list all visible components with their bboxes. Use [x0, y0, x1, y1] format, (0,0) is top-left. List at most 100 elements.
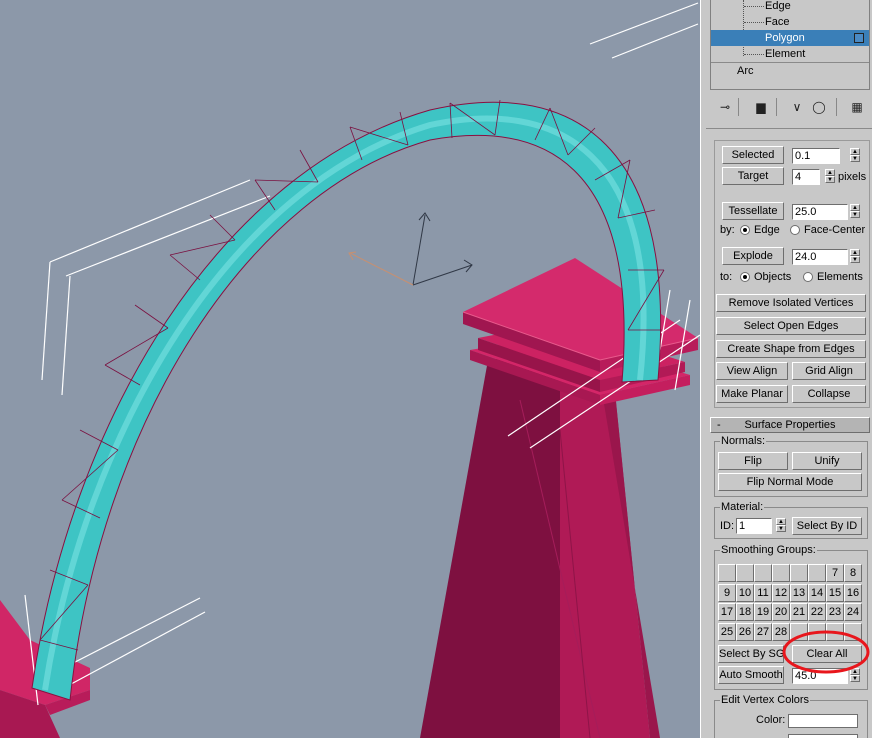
explode-elements-radio[interactable]	[803, 272, 813, 282]
smoothing-group-button[interactable]: 27	[754, 623, 772, 641]
flip-normal-mode-button[interactable]: Flip Normal Mode	[718, 473, 862, 491]
target-spinner-arrows[interactable]: ▲ ▼	[825, 169, 835, 185]
spin-up-icon[interactable]: ▲	[776, 518, 786, 525]
smoothing-group-button[interactable]: 7	[826, 564, 844, 582]
stack-item-face[interactable]: Face	[765, 14, 865, 30]
spin-down-icon[interactable]: ▼	[850, 211, 860, 218]
tessellate-spinner-arrows[interactable]: ▲ ▼	[850, 204, 860, 220]
smoothing-group-button[interactable]	[808, 564, 826, 582]
tessellate-edge-radio[interactable]	[740, 225, 750, 235]
smoothing-group-button[interactable]: 25	[718, 623, 736, 641]
smoothing-group-button[interactable]: 10	[736, 584, 754, 602]
spin-down-icon[interactable]: ▼	[850, 256, 860, 263]
target-pixels-spinner[interactable]: 4	[792, 169, 820, 185]
modifier-stack: Edge Face Polygon Element Arc	[710, 0, 870, 90]
tessellate-tension-spinner[interactable]: 25.0	[792, 204, 848, 220]
select-by-sg-button[interactable]: Select By SG	[718, 645, 784, 663]
smoothing-group-button[interactable]: 23	[826, 603, 844, 621]
smoothing-group-button[interactable]: 22	[808, 603, 826, 621]
make-unique-icon[interactable]: ∨	[788, 98, 806, 116]
spin-up-icon[interactable]: ▲	[850, 249, 860, 256]
perspective-viewport[interactable]	[0, 0, 700, 738]
auto-smooth-threshold-spinner[interactable]: 45.0	[792, 668, 848, 684]
configure-modifier-sets-icon[interactable]: ▦	[848, 98, 866, 116]
spin-up-icon[interactable]: ▲	[825, 169, 835, 176]
unify-button[interactable]: Unify	[792, 452, 862, 470]
smoothing-group-button[interactable]	[790, 623, 808, 641]
flip-button[interactable]: Flip	[718, 452, 788, 470]
tree-dash	[744, 6, 764, 7]
rollout-collapse-sign: -	[717, 419, 721, 431]
selected-threshold-spinner[interactable]: 0.1	[792, 148, 840, 164]
smoothing-group-button[interactable]: 21	[790, 603, 808, 621]
smoothing-group-button[interactable]: 24	[844, 603, 862, 621]
stack-item-arc[interactable]: Arc	[737, 63, 837, 79]
subobject-square-icon	[854, 33, 864, 43]
material-id-label: ID:	[720, 520, 735, 532]
selected-weld-button[interactable]: Selected	[722, 146, 784, 164]
target-weld-button[interactable]: Target	[722, 167, 784, 185]
smoothing-groups-title: Smoothing Groups:	[720, 544, 817, 556]
smoothing-group-button[interactable]	[754, 564, 772, 582]
smoothing-group-button[interactable]	[736, 564, 754, 582]
smoothing-group-button[interactable]	[790, 564, 808, 582]
show-end-result-icon[interactable]: ▆	[752, 98, 770, 116]
remove-modifier-icon[interactable]: ◯	[810, 98, 828, 116]
smoothing-group-button[interactable]: 26	[736, 623, 754, 641]
smoothing-group-button[interactable]	[772, 564, 790, 582]
smoothing-group-button[interactable]	[808, 623, 826, 641]
explode-button[interactable]: Explode	[722, 247, 784, 265]
select-open-edges-button[interactable]: Select Open Edges	[716, 317, 866, 335]
smoothing-group-button[interactable]: 19	[754, 603, 772, 621]
smoothing-group-button[interactable]: 11	[754, 584, 772, 602]
vertex-illumination-swatch[interactable]	[788, 734, 858, 738]
explode-angle-spinner[interactable]: 24.0	[792, 249, 848, 265]
explode-objects-radio[interactable]	[740, 272, 750, 282]
remove-isolated-vertices-button[interactable]: Remove Isolated Vertices	[716, 294, 866, 312]
smoothing-group-button[interactable]: 20	[772, 603, 790, 621]
tessellate-face-center-radio[interactable]	[790, 225, 800, 235]
spin-up-icon[interactable]: ▲	[850, 148, 860, 155]
smoothing-group-button[interactable]: 28	[772, 623, 790, 641]
make-planar-button[interactable]: Make Planar	[716, 385, 788, 403]
tessellate-button[interactable]: Tessellate	[722, 202, 784, 220]
spin-down-icon[interactable]: ▼	[776, 525, 786, 532]
edit-vertex-colors-title: Edit Vertex Colors	[720, 694, 811, 706]
selected-spinner-arrows[interactable]: ▲ ▼	[850, 148, 860, 164]
smoothing-group-button[interactable]: 9	[718, 584, 736, 602]
material-id-spinner-arrows[interactable]: ▲ ▼	[776, 518, 786, 534]
spin-down-icon[interactable]: ▼	[850, 675, 860, 682]
view-align-button[interactable]: View Align	[716, 362, 788, 380]
spin-down-icon[interactable]: ▼	[850, 155, 860, 162]
material-id-spinner[interactable]: 1	[736, 518, 772, 534]
smoothing-group-button[interactable]	[718, 564, 736, 582]
spin-up-icon[interactable]: ▲	[850, 204, 860, 211]
grid-align-button[interactable]: Grid Align	[792, 362, 866, 380]
tessellate-by-label: by:	[720, 224, 735, 236]
smoothing-group-button[interactable]: 13	[790, 584, 808, 602]
vertex-color-swatch[interactable]	[788, 714, 858, 728]
smoothing-group-button[interactable]: 17	[718, 603, 736, 621]
create-shape-from-edges-button[interactable]: Create Shape from Edges	[716, 340, 866, 358]
clear-all-button[interactable]: Clear All	[792, 645, 862, 663]
smoothing-group-button[interactable]: 18	[736, 603, 754, 621]
stack-item-edge[interactable]: Edge	[765, 0, 865, 14]
smoothing-group-button[interactable]: 14	[808, 584, 826, 602]
surface-properties-header[interactable]: - Surface Properties	[710, 417, 870, 433]
auto-smooth-button[interactable]: Auto Smooth	[718, 666, 784, 684]
select-by-id-button[interactable]: Select By ID	[792, 517, 862, 535]
spin-up-icon[interactable]: ▲	[850, 668, 860, 675]
collapse-button[interactable]: Collapse	[792, 385, 866, 403]
smoothing-group-button[interactable]	[826, 623, 844, 641]
smoothing-group-button[interactable]: 8	[844, 564, 862, 582]
pin-stack-icon[interactable]: ⊸	[716, 98, 734, 116]
stack-item-polygon-selected[interactable]: Polygon	[711, 30, 869, 46]
spin-down-icon[interactable]: ▼	[825, 176, 835, 183]
smoothing-group-button[interactable]	[844, 623, 862, 641]
stack-item-element[interactable]: Element	[765, 46, 865, 62]
auto-smooth-spinner-arrows[interactable]: ▲ ▼	[850, 668, 860, 684]
explode-spinner-arrows[interactable]: ▲ ▼	[850, 249, 860, 265]
smoothing-group-button[interactable]: 15	[826, 584, 844, 602]
smoothing-group-button[interactable]: 12	[772, 584, 790, 602]
smoothing-group-button[interactable]: 16	[844, 584, 862, 602]
